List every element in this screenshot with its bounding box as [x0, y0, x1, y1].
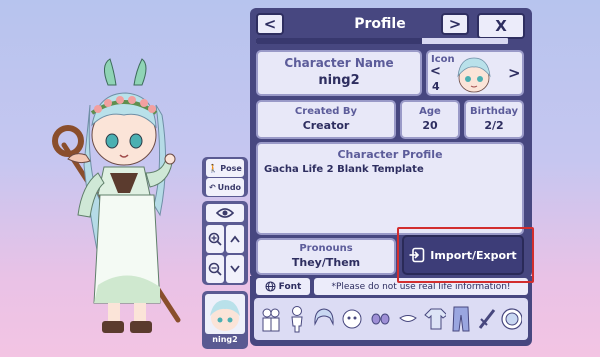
sword-icon	[478, 309, 496, 329]
category-group[interactable]	[260, 302, 282, 336]
font-button[interactable]: Font	[256, 278, 310, 295]
character-icon-preview	[450, 54, 498, 94]
character-name-card[interactable]: Character Name ning2	[256, 50, 422, 96]
zoom-out-button[interactable]	[206, 255, 224, 283]
created-by-label: Created By	[294, 106, 358, 117]
close-icon: X	[495, 16, 507, 35]
character-face-icon	[457, 57, 491, 93]
next-page-button[interactable]: >	[441, 13, 469, 35]
pronouns-label: Pronouns	[299, 243, 353, 254]
character-profile-card[interactable]: Character Profile Gacha Life 2 Blank Tem…	[256, 142, 524, 235]
chevron-right-icon: >	[508, 64, 521, 82]
character-name-label: Character Name	[284, 56, 394, 70]
icon-prev-button[interactable]: <	[430, 64, 441, 79]
age-label: Age	[419, 106, 441, 117]
icon-number: 4	[432, 80, 440, 93]
category-face[interactable]	[340, 302, 362, 336]
face-icon	[342, 309, 362, 329]
character-profile-label: Character Profile	[337, 148, 443, 161]
category-hair[interactable]	[312, 302, 334, 336]
icon-next-button[interactable]: >	[508, 64, 521, 82]
pronouns-card[interactable]: Pronouns They/Them	[256, 238, 396, 275]
pronouns-value[interactable]: They/Them	[258, 256, 394, 269]
body-icon	[291, 306, 303, 333]
category-bar	[254, 298, 528, 340]
age-card[interactable]: Age 20	[400, 100, 460, 139]
visibility-toggle[interactable]	[206, 204, 244, 222]
page-progress-bar	[256, 38, 508, 44]
move-up-button[interactable]	[226, 225, 244, 253]
character-face-icon	[210, 300, 240, 331]
selected-character-slot[interactable]: ning2	[202, 291, 248, 349]
category-mouth[interactable]	[396, 302, 418, 336]
top-icon	[424, 308, 446, 330]
prev-page-button[interactable]: <	[256, 13, 284, 35]
category-eyes[interactable]	[368, 302, 390, 336]
zoom-in-icon	[208, 232, 222, 246]
font-label: Font	[278, 281, 302, 292]
zoom-out-icon	[208, 262, 222, 276]
chevron-left-icon: <	[263, 14, 277, 33]
view-tools-group	[202, 201, 248, 285]
pose-label: Pose	[220, 163, 242, 173]
character-profile-text[interactable]: Gacha Life 2 Blank Template	[264, 164, 522, 175]
undo-icon: ↶	[208, 182, 216, 192]
person-icon: 🚶	[208, 163, 219, 173]
zoom-in-button[interactable]	[206, 225, 224, 253]
character-name-value[interactable]: ning2	[258, 73, 420, 88]
category-top[interactable]	[424, 302, 446, 336]
icon-selector-card: Icon < 4 >	[426, 50, 524, 96]
hair-icon	[314, 308, 334, 326]
chevron-down-icon	[230, 265, 240, 273]
category-body[interactable]	[286, 302, 308, 336]
page-progress-fill	[256, 38, 423, 44]
chevron-up-icon	[230, 235, 240, 243]
birthday-label: Birthday	[470, 106, 518, 117]
pose-undo-group: 🚶 Pose ↶ Undo	[202, 157, 248, 197]
age-value[interactable]: 20	[402, 119, 458, 132]
chevron-left-icon: <	[430, 64, 441, 79]
birthday-card[interactable]: Birthday 2/2	[464, 100, 524, 139]
mouth-icon	[399, 315, 417, 322]
eyes-icon	[371, 313, 390, 325]
category-bottom[interactable]	[450, 302, 472, 336]
chevron-right-icon: >	[448, 14, 462, 33]
bottom-icon	[452, 306, 470, 332]
undo-button[interactable]: ↶ Undo	[206, 178, 244, 196]
pose-button[interactable]: 🚶 Pose	[206, 159, 244, 177]
character-thumbnail	[205, 294, 245, 334]
category-profile[interactable]	[500, 302, 522, 336]
move-down-button[interactable]	[226, 255, 244, 283]
profile-icon	[501, 308, 522, 330]
undo-label: Undo	[217, 182, 242, 192]
created-by-value[interactable]: Creator	[258, 119, 394, 132]
category-weapon[interactable]	[476, 302, 498, 336]
character-model[interactable]	[38, 55, 208, 345]
globe-icon	[265, 281, 276, 292]
selected-character-name: ning2	[212, 335, 238, 344]
birthday-value[interactable]: 2/2	[466, 119, 522, 132]
group-icon	[262, 308, 280, 332]
bottom-toolbar: Font *Please do not use real life inform…	[250, 276, 532, 346]
eye-icon	[216, 208, 234, 218]
highlight-box	[397, 227, 534, 283]
created-by-card[interactable]: Created By Creator	[256, 100, 396, 139]
close-button[interactable]: X	[477, 13, 525, 39]
